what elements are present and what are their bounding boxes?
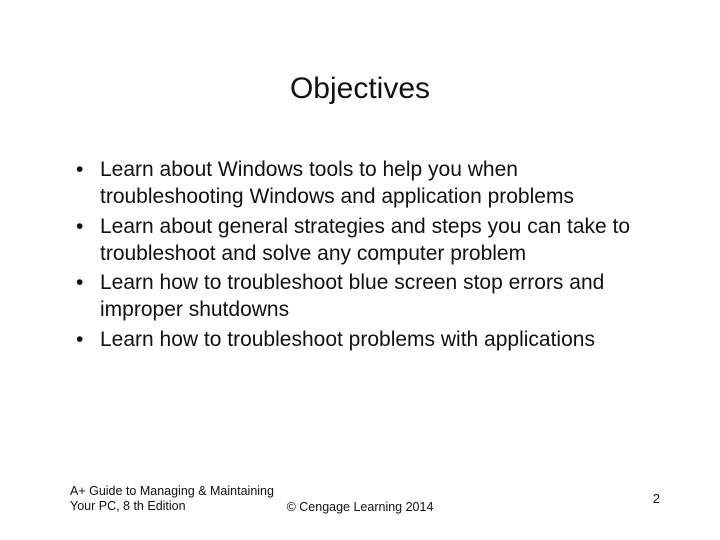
slide-title: Objectives xyxy=(0,72,720,106)
list-item: Learn about general strategies and steps… xyxy=(76,213,660,268)
slide: Objectives Learn about Windows tools to … xyxy=(0,0,720,540)
bullet-list: Learn about Windows tools to help you wh… xyxy=(76,156,660,353)
list-item: Learn how to troubleshoot blue screen st… xyxy=(76,269,660,324)
footer-center: © Cengage Learning 2014 xyxy=(0,500,720,514)
slide-body: Learn about Windows tools to help you wh… xyxy=(76,156,660,355)
footer-page-number: 2 xyxy=(653,491,660,506)
list-item: Learn how to troubleshoot problems with … xyxy=(76,326,660,353)
list-item: Learn about Windows tools to help you wh… xyxy=(76,156,660,211)
